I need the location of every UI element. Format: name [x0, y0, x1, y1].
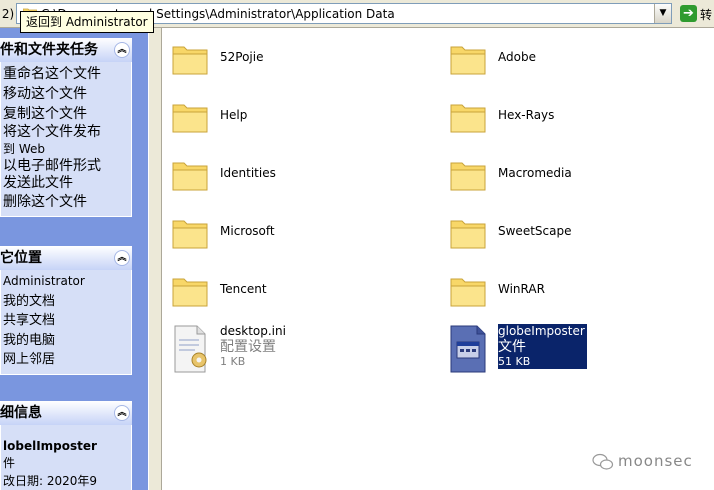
folder-icon: [450, 220, 486, 249]
folder-icon: [450, 278, 486, 307]
generic-file-icon: [450, 325, 486, 373]
other-places-panel: 它位置 ︽ Administrator 我的文档 共享文档 我的电脑 网上邻居: [0, 246, 132, 375]
go-button[interactable]: ➔ 转: [678, 4, 714, 24]
collapse-chevron-icon[interactable]: ︽: [114, 42, 130, 58]
folder-label: WinRAR: [498, 282, 545, 296]
folder-icon: [172, 46, 208, 75]
details-title: 细信息: [0, 405, 42, 421]
folder-item[interactable]: Tencent: [163, 265, 413, 315]
other-places-header[interactable]: 它位置 ︽: [0, 246, 132, 270]
file-item-desktop-ini[interactable]: desktop.ini 配置设置 1 KB: [163, 324, 413, 374]
file-type: 配置设置: [220, 339, 276, 355]
place-my-computer[interactable]: 我的电脑: [3, 331, 131, 351]
folder-label: Microsoft: [220, 224, 275, 238]
folder-item[interactable]: Help: [163, 91, 413, 141]
file-size: 51 KB: [498, 355, 587, 369]
folder-item[interactable]: Hex-Rays: [441, 91, 691, 141]
place-my-documents[interactable]: 我的文档: [3, 292, 131, 312]
task-publish[interactable]: 将这个文件发布: [3, 124, 131, 141]
place-shared-documents[interactable]: 共享文档: [3, 311, 131, 331]
folder-icon: [450, 104, 486, 133]
up-button[interactable]: 2): [0, 4, 16, 24]
folder-icon: [172, 162, 208, 191]
other-places-title: 它位置: [0, 250, 42, 266]
folder-item[interactable]: 52Pojie: [163, 33, 413, 83]
folder-icon: [172, 220, 208, 249]
task-publish-cont[interactable]: 到 Web: [3, 141, 131, 158]
folder-item[interactable]: SweetScape: [441, 207, 691, 257]
folder-label: SweetScape: [498, 224, 572, 238]
details-name: lobelImposter: [3, 439, 97, 453]
ini-settings-icon: [174, 325, 207, 373]
details-modified: 改日期: 2020年9: [3, 474, 98, 488]
folder-item[interactable]: Microsoft: [163, 207, 413, 257]
details-type: 件: [3, 456, 16, 470]
folder-label: Help: [220, 108, 248, 122]
task-copy[interactable]: 复制这个文件: [3, 104, 131, 124]
go-arrow-icon: ➔: [680, 5, 697, 22]
task-email[interactable]: 以电子邮件形式: [3, 158, 131, 175]
folder-item[interactable]: Adobe: [441, 33, 691, 83]
file-type: 文件: [498, 339, 587, 355]
pane-splitter[interactable]: [148, 28, 162, 490]
folder-label: Adobe: [498, 50, 536, 64]
folder-label: 52Pojie: [220, 50, 264, 64]
folder-item[interactable]: Identities: [163, 149, 413, 199]
wechat-icon: [592, 453, 614, 470]
file-item-globeimposter[interactable]: globeImposter 文件 51 KB: [441, 324, 691, 374]
address-dropdown-button[interactable]: ▼: [654, 4, 671, 23]
file-tasks-header[interactable]: 件和文件夹任务 ︽: [0, 38, 132, 62]
file-name: globeImposter: [498, 324, 587, 339]
folder-label: Hex-Rays: [498, 108, 555, 122]
task-pane: 件和文件夹任务 ︽ 重命名这个文件 移动这个文件 复制这个文件 将这个文件发布 …: [0, 28, 148, 490]
task-rename[interactable]: 重命名这个文件: [3, 64, 131, 84]
details-header[interactable]: 细信息 ︽: [0, 401, 132, 425]
folder-item[interactable]: WinRAR: [441, 265, 691, 315]
file-size: 1 KB: [220, 355, 246, 368]
details-panel: 细信息 ︽ lobelImposter 件 改日期: 2020年9: [0, 401, 132, 490]
file-tasks-title: 件和文件夹任务: [0, 42, 98, 58]
place-administrator[interactable]: Administrator: [3, 272, 131, 292]
collapse-chevron-icon[interactable]: ︽: [114, 250, 130, 266]
folder-label: Tencent: [220, 282, 267, 296]
folder-item[interactable]: Macromedia: [441, 149, 691, 199]
folder-label: Identities: [220, 166, 276, 180]
file-name: desktop.ini: [220, 324, 286, 338]
task-move[interactable]: 移动这个文件: [3, 84, 131, 104]
folder-icon: [172, 104, 208, 133]
folder-icon: [172, 278, 208, 307]
folder-icon: [450, 162, 486, 191]
task-email-cont[interactable]: 发送此文件: [3, 175, 131, 192]
task-delete[interactable]: 删除这个文件: [3, 192, 131, 212]
file-tasks-panel: 件和文件夹任务 ︽ 重命名这个文件 移动这个文件 复制这个文件 将这个文件发布 …: [0, 38, 132, 217]
back-tooltip: 返回到 Administrator: [20, 11, 154, 33]
folder-label: Macromedia: [498, 166, 572, 180]
watermark-text: moonsec: [618, 452, 693, 470]
folder-icon: [450, 46, 486, 75]
place-network[interactable]: 网上邻居: [3, 350, 131, 370]
collapse-chevron-icon[interactable]: ︽: [114, 405, 130, 421]
go-label: 转: [700, 8, 713, 22]
file-list-view: 52Pojie Adobe Help Hex-Rays Identities M…: [163, 28, 714, 490]
